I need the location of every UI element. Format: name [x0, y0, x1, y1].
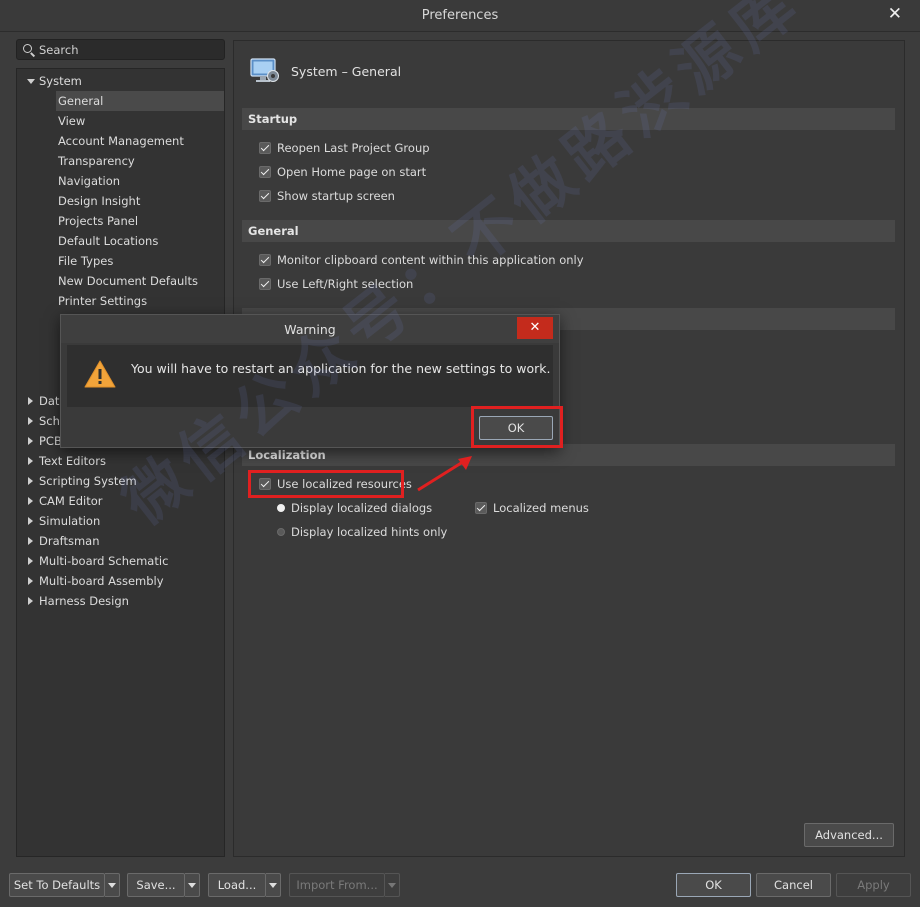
arrow-annotation-icon — [417, 456, 472, 492]
chevron-right-icon[interactable] — [25, 491, 37, 511]
save-dropdown-icon[interactable] — [185, 873, 200, 897]
tree-node-label: Draftsman — [39, 534, 100, 548]
tree-node-label: Text Editors — [39, 454, 106, 468]
tree-item-transparency[interactable]: Transparency — [58, 151, 135, 171]
dialog-close-icon[interactable]: ✕ — [517, 317, 553, 339]
tree-item-new-document-defaults[interactable]: New Document Defaults — [58, 271, 198, 291]
tree-node-label: System — [39, 74, 82, 88]
apply-button[interactable]: Apply — [836, 873, 911, 897]
chevron-right-icon[interactable] — [25, 411, 37, 431]
page-title: System – General — [291, 64, 402, 79]
cancel-button[interactable]: Cancel — [756, 873, 831, 897]
chevron-right-icon[interactable] — [25, 571, 37, 591]
section-title: General — [248, 224, 299, 238]
tree-node-label: Multi-board Schematic — [39, 554, 169, 568]
checkbox-box[interactable] — [259, 278, 271, 290]
checkbox-box[interactable] — [259, 254, 271, 266]
tree-item-projects-panel[interactable]: Projects Panel — [58, 211, 138, 231]
search-box[interactable] — [16, 39, 225, 60]
radio-dot[interactable] — [277, 504, 285, 512]
checkbox-label: Reopen Last Project Group — [277, 141, 430, 155]
tree-item-default-locations[interactable]: Default Locations — [58, 231, 158, 251]
tree-item-design-insight[interactable]: Design Insight — [58, 191, 140, 211]
warning-triangle-icon — [84, 360, 116, 388]
ok-button[interactable]: OK — [676, 873, 751, 897]
tree-item-file-types[interactable]: File Types — [58, 251, 113, 271]
search-input[interactable] — [39, 42, 219, 57]
chevron-right-icon[interactable] — [25, 391, 37, 411]
section-title: Startup — [248, 112, 298, 126]
tree-node-label: PCB — [39, 434, 62, 448]
import-from-dropdown-icon[interactable] — [385, 873, 400, 897]
chevron-right-icon[interactable] — [25, 591, 37, 611]
load-button[interactable]: Load... — [208, 873, 266, 897]
tree-node-label: Simulation — [39, 514, 101, 528]
chevron-right-icon[interactable] — [25, 431, 37, 451]
checkbox-box[interactable] — [259, 142, 271, 154]
advanced-button[interactable]: Advanced... — [804, 823, 894, 847]
radio-label: Display localized dialogs — [291, 501, 433, 515]
import-from-button[interactable]: Import From... — [289, 873, 385, 897]
tree-node-label: CAM Editor — [39, 494, 103, 508]
radio-dot[interactable] — [277, 528, 285, 536]
highlight-box-ok — [471, 406, 563, 448]
chevron-right-icon[interactable] — [25, 511, 37, 531]
chevron-down-icon[interactable] — [25, 71, 37, 91]
checkbox-box[interactable] — [259, 166, 271, 178]
search-icon — [23, 44, 32, 53]
tree-item-account-management[interactable]: Account Management — [58, 131, 184, 151]
section-header-general: General — [242, 220, 895, 242]
tree-item-printer-settings[interactable]: Printer Settings — [58, 291, 147, 311]
checkbox-label: Show startup screen — [277, 189, 395, 203]
tree-item-view[interactable]: View — [58, 111, 85, 131]
chevron-right-icon[interactable] — [25, 531, 37, 551]
set-to-defaults-button[interactable]: Set To Defaults — [9, 873, 105, 897]
checkbox-label: Localized menus — [493, 501, 589, 515]
save-button[interactable]: Save... — [127, 873, 185, 897]
window-close-icon[interactable]: ✕ — [888, 4, 902, 24]
tree-node-label: Multi-board Assembly — [39, 574, 164, 588]
load-dropdown-icon[interactable] — [266, 873, 281, 897]
chevron-right-icon[interactable] — [25, 451, 37, 471]
tree-item-general[interactable]: General — [58, 91, 103, 111]
checkbox-box[interactable] — [475, 502, 487, 514]
radio-label: Display localized hints only — [291, 525, 448, 539]
monitor-gear-icon — [250, 58, 279, 82]
checkbox-label: Open Home page on start — [277, 165, 427, 179]
tree-item-navigation[interactable]: Navigation — [58, 171, 120, 191]
tree-node-label: Harness Design — [39, 594, 129, 608]
chevron-right-icon[interactable] — [25, 471, 37, 491]
checkbox-box[interactable] — [259, 190, 271, 202]
chevron-right-icon[interactable] — [25, 551, 37, 571]
set-to-defaults-dropdown-icon[interactable] — [105, 873, 120, 897]
highlight-box-localized-resources — [248, 470, 404, 498]
